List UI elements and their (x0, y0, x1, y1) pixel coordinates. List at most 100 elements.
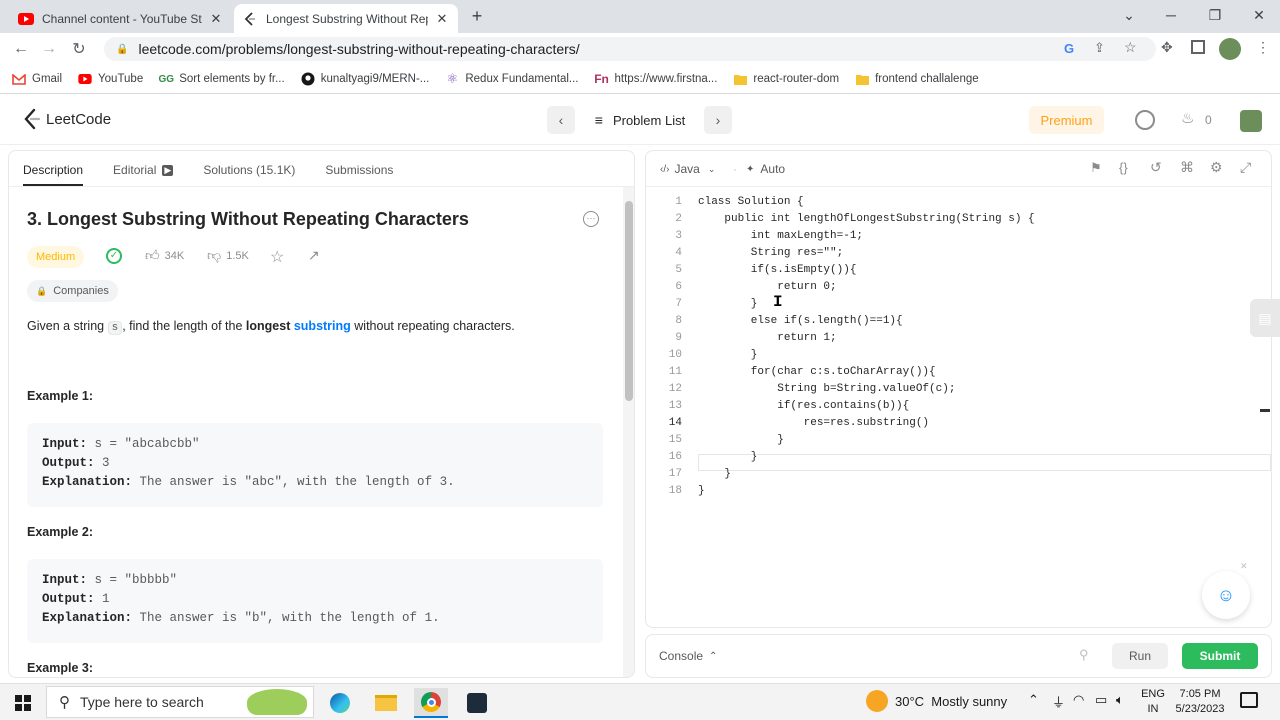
bookmark-react-router[interactable]: react-router-dom (733, 72, 839, 86)
line-number: 11 (668, 366, 682, 378)
fullscreen-icon[interactable]: ⤢ (1240, 159, 1251, 176)
favorite-star-icon[interactable]: ☆ (270, 247, 284, 267)
companies-tag[interactable]: 🔒 Companies (27, 280, 118, 302)
line-number: 17 (668, 468, 682, 480)
leetcode-logo[interactable]: LeetCode (22, 108, 111, 130)
shortcut-icon[interactable]: ⌘ (1180, 159, 1194, 176)
weather-text[interactable]: 30°C Mostly sunny (895, 694, 1007, 709)
bookmark-frontend-challenge[interactable]: frontend challalenge (855, 72, 979, 86)
description-scrollbar[interactable] (623, 187, 634, 677)
edge-icon[interactable] (323, 688, 357, 718)
google-icon[interactable]: G (1064, 41, 1074, 56)
streak-fire-icon[interactable]: ♨ (1181, 109, 1194, 127)
bookmark-youtube[interactable]: YouTube (78, 72, 143, 86)
side-panel-icon[interactable] (1191, 40, 1205, 54)
console-toggle[interactable]: Console ⌃ (659, 649, 717, 663)
bookmark-icon[interactable]: ⚑ (1090, 160, 1102, 176)
tab-description[interactable]: Description (23, 163, 84, 186)
code-line: for(char c:s.toCharArray()){ (698, 366, 936, 378)
restore-icon[interactable]: ❐ (1194, 0, 1236, 30)
tab-youtube-studio[interactable]: Channel content - YouTube Studi ✕ (10, 4, 232, 33)
like-button[interactable]: 👍︎ 34K (145, 247, 184, 264)
volume-icon[interactable]: 🔈︎ (1116, 692, 1124, 708)
language-select[interactable]: ‹/› Java ⌄ (660, 162, 715, 176)
settings-gear-icon[interactable]: ⚙ (1210, 159, 1223, 176)
extensions-icon[interactable]: ✥ (1161, 39, 1173, 56)
window-close-icon[interactable]: ✕ (1238, 0, 1280, 30)
scrollbar-thumb[interactable] (625, 201, 633, 401)
browser-menu-icon[interactable]: ⋮ (1256, 39, 1270, 56)
leetcode-icon (242, 11, 258, 27)
line-number: 10 (668, 349, 682, 361)
reset-icon[interactable]: ↺ (1150, 159, 1162, 176)
next-problem-button[interactable]: › (704, 106, 732, 134)
url-field[interactable]: 🔒 leetcode.com/problems/longest-substrin… (104, 37, 1156, 61)
browser-tab-bar: Channel content - YouTube Studi ✕ Longes… (0, 0, 1280, 33)
example-heading: Example 1: (27, 389, 94, 403)
bookmark-star-icon[interactable]: ☆ (1124, 39, 1137, 56)
more-options-icon[interactable]: ··· (583, 211, 599, 227)
user-avatar[interactable] (1240, 110, 1262, 132)
chevron-up-icon: ⌃ (709, 650, 718, 662)
taskbar-search-box[interactable]: ⚲ Type here to search (46, 686, 314, 718)
description-panel: Description Editorial ▶ Solutions (15.1K… (8, 150, 635, 678)
line-number: 6 (675, 281, 682, 293)
submit-button[interactable]: Submit (1182, 643, 1258, 669)
new-tab-icon[interactable]: + (466, 6, 488, 26)
screen-recorder-icon[interactable] (460, 688, 494, 718)
close-tab-icon[interactable]: ✕ (434, 11, 450, 27)
windows-start-icon[interactable] (6, 688, 40, 718)
problem-list-button[interactable]: ≡ Problem List (580, 106, 700, 134)
code-line: } (698, 298, 758, 310)
weather-sun-icon[interactable] (866, 690, 888, 712)
pane-resizer[interactable] (637, 150, 643, 678)
tab-submissions[interactable]: Submissions (325, 163, 393, 186)
minimize-icon[interactable]: ─ (1150, 0, 1192, 30)
battery-icon[interactable]: ▭ (1095, 692, 1107, 708)
wifi-icon[interactable]: ◠ (1073, 692, 1084, 708)
share-icon[interactable]: ⇪ (1094, 40, 1105, 56)
share-link-icon[interactable]: ↗ (308, 247, 320, 264)
feedback-tab-icon[interactable]: ▤ (1250, 299, 1280, 337)
format-braces-icon[interactable]: {} (1119, 160, 1128, 175)
close-chat-icon[interactable]: ✕ (1240, 561, 1248, 572)
code-line: res=res.substring() (698, 417, 930, 429)
chevron-up-icon[interactable]: ⌃ (1028, 692, 1039, 708)
chat-assistant-icon[interactable]: ☺ (1202, 571, 1250, 619)
notifications-icon[interactable] (1240, 692, 1258, 708)
back-icon[interactable]: ← (10, 39, 32, 59)
debug-icon[interactable]: ⚲ (1079, 647, 1089, 663)
profile-avatar[interactable] (1219, 38, 1241, 60)
clock[interactable]: 7:05 PM 5/23/2023 (1172, 687, 1228, 717)
tab-editorial[interactable]: Editorial ▶ (113, 163, 174, 186)
close-tab-icon[interactable]: ✕ (208, 11, 224, 27)
language-indicator[interactable]: ENG IN (1141, 687, 1165, 717)
run-button[interactable]: Run (1112, 643, 1168, 669)
line-number: 8 (675, 315, 682, 327)
bookmark-redux[interactable]: ⚛ Redux Fundamental... (445, 71, 579, 86)
line-number: 15 (668, 434, 682, 446)
substring-link[interactable]: substring (294, 319, 351, 333)
reload-icon[interactable]: ↻ (68, 39, 90, 59)
chrome-icon[interactable] (414, 688, 448, 718)
autocomplete-toggle[interactable]: ✦ Auto (746, 162, 785, 176)
bookmark-firstnaukri[interactable]: Fn https://www.firstna... (594, 72, 717, 86)
example-box: Input: s = "abcabcbb" Output: 3 Explanat… (27, 423, 603, 507)
bookmark-gmail[interactable]: Gmail (12, 72, 62, 86)
fn-icon: Fn (594, 72, 609, 86)
tab-search-icon[interactable]: ⌄ (1108, 0, 1150, 30)
forward-icon[interactable]: → (38, 39, 60, 59)
dislike-button[interactable]: 👎︎ 1.5K (207, 247, 249, 264)
code-line: else if(s.length()==1){ (698, 315, 903, 327)
bookmark-sort-elements[interactable]: GG Sort elements by fr... (158, 72, 284, 86)
code-line: if(s.isEmpty()){ (698, 264, 857, 276)
code-editor[interactable]: 1 2 3 4 5 6 7 8 9 10 11 12 13 14 15 16 1… (646, 193, 1271, 613)
premium-button[interactable]: Premium (1029, 106, 1104, 134)
tab-solutions[interactable]: Solutions (15.1K) (203, 163, 295, 186)
usb-icon[interactable]: ⏚ (1052, 692, 1065, 711)
file-explorer-icon[interactable] (369, 688, 403, 718)
timer-icon[interactable] (1135, 110, 1155, 130)
bookmark-github[interactable]: kunaltyagi9/MERN-... (301, 72, 429, 86)
tab-leetcode[interactable]: Longest Substring Without Repe ✕ (234, 4, 458, 33)
prev-problem-button[interactable]: ‹ (547, 106, 575, 134)
